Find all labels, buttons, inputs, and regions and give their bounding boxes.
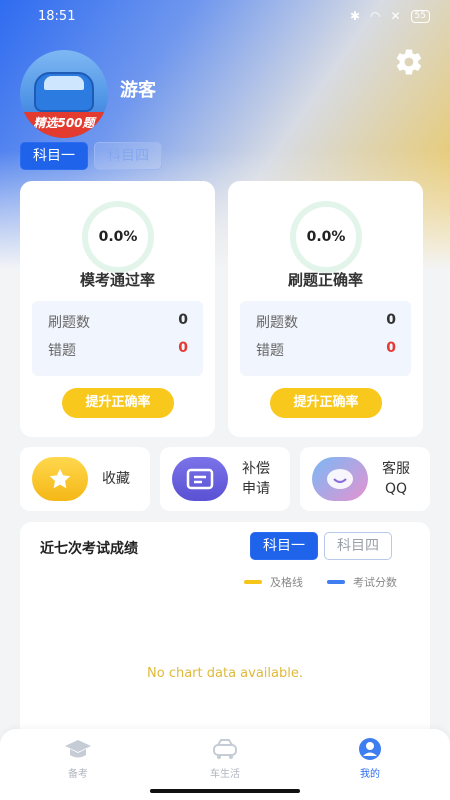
wrong-count-value: 0	[178, 340, 188, 356]
no-chart-data-message: No chart data available.	[147, 666, 303, 681]
legend-swatch-yellow	[244, 580, 262, 584]
subject-tabs: 科目一 科目四	[20, 142, 162, 170]
wrong-count-row: 错题 0	[256, 340, 396, 360]
chart-legend: 及格线 考试分数	[244, 574, 397, 590]
star-icon	[32, 457, 88, 501]
nav-item-car-life[interactable]: 车生活	[185, 737, 265, 780]
nav-label-car-life: 车生活	[210, 769, 240, 780]
practice-count-value: 0	[386, 312, 396, 328]
pass-rate-details: 刷题数 0 错题 0	[32, 301, 203, 376]
avatar[interactable]: 精选500题	[20, 50, 108, 138]
wrong-count-row: 错题 0	[48, 340, 188, 360]
car-icon	[213, 739, 237, 759]
score-tab-subject-four[interactable]: 科目四	[324, 532, 392, 560]
compensation-icon	[172, 457, 228, 501]
wrong-count-label: 错题	[256, 343, 284, 359]
recent-scores-card: 近七次考试成绩 科目一 科目四 及格线 考试分数 No chart data a…	[20, 522, 430, 752]
car-windshield	[44, 76, 84, 90]
pass-rate-card: 0.0% 模考通过率 刷题数 0 错题 0 提升正确率	[20, 181, 215, 437]
practice-count-label: 刷题数	[48, 315, 90, 331]
pass-rate-ring: 0.0%	[82, 201, 154, 273]
pass-rate-title: 模考通过率	[79, 271, 155, 289]
improve-accuracy-button[interactable]: 提升正确率	[62, 388, 174, 418]
status-bar: 18:51 ✱ ◠ ✕ 55	[0, 0, 450, 32]
accuracy-card: 0.0% 刷题正确率 刷题数 0 错题 0 提升正确率	[228, 181, 423, 437]
tab-subject-four[interactable]: 科目四	[94, 142, 162, 170]
customer-service-card[interactable]: 客服 QQ	[300, 447, 430, 511]
legend-swatch-blue	[327, 580, 345, 584]
nav-label-mine: 我的	[360, 769, 380, 780]
compensation-card[interactable]: 补偿 申请	[160, 447, 290, 511]
signal-off-icon: ✕	[390, 9, 401, 23]
improve-accuracy-button[interactable]: 提升正确率	[270, 388, 382, 418]
accuracy-details: 刷题数 0 错题 0	[240, 301, 411, 376]
compensation-label: 补偿 申请	[242, 461, 270, 497]
score-tab-subject-one[interactable]: 科目一	[250, 532, 318, 560]
battery-icon: 55	[410, 9, 430, 23]
wifi-icon: ◠	[370, 9, 381, 23]
tab-subject-one[interactable]: 科目一	[20, 142, 88, 170]
practice-count-row: 刷题数 0	[48, 312, 188, 332]
favorites-label: 收藏	[102, 471, 130, 487]
legend-pass-line-label: 及格线	[270, 576, 303, 589]
username[interactable]: 游客	[120, 76, 156, 102]
score-subject-tabs: 科目一 科目四	[250, 532, 392, 560]
bluetooth-icon: ✱	[349, 9, 360, 23]
customer-service-label: 客服 QQ	[382, 461, 410, 497]
recent-scores-title: 近七次考试成绩	[40, 541, 138, 557]
nav-item-mine[interactable]: 我的	[330, 737, 410, 780]
nav-label-prepare: 备考	[68, 769, 88, 780]
wrong-count-label: 错题	[48, 343, 76, 359]
nav-item-prepare[interactable]: 备考	[38, 737, 118, 780]
home-indicator	[150, 789, 300, 793]
legend-exam-score-label: 考试分数	[353, 576, 397, 589]
status-time: 18:51	[38, 8, 76, 24]
legend-exam-score: 考试分数	[327, 574, 397, 590]
accuracy-ring: 0.0%	[290, 201, 362, 273]
graduation-cap-icon	[65, 740, 91, 758]
favorites-card[interactable]: 收藏	[20, 447, 150, 511]
customer-service-icon	[312, 457, 368, 501]
practice-count-label: 刷题数	[256, 315, 298, 331]
avatar-banner: 精选500题	[20, 112, 108, 138]
wrong-count-value: 0	[386, 340, 396, 356]
settings-gear-icon[interactable]	[394, 47, 424, 77]
accuracy-title: 刷题正确率	[287, 271, 363, 289]
user-icon	[359, 738, 381, 760]
legend-pass-line: 及格线	[244, 574, 303, 590]
practice-count-row: 刷题数 0	[256, 312, 396, 332]
practice-count-value: 0	[178, 312, 188, 328]
